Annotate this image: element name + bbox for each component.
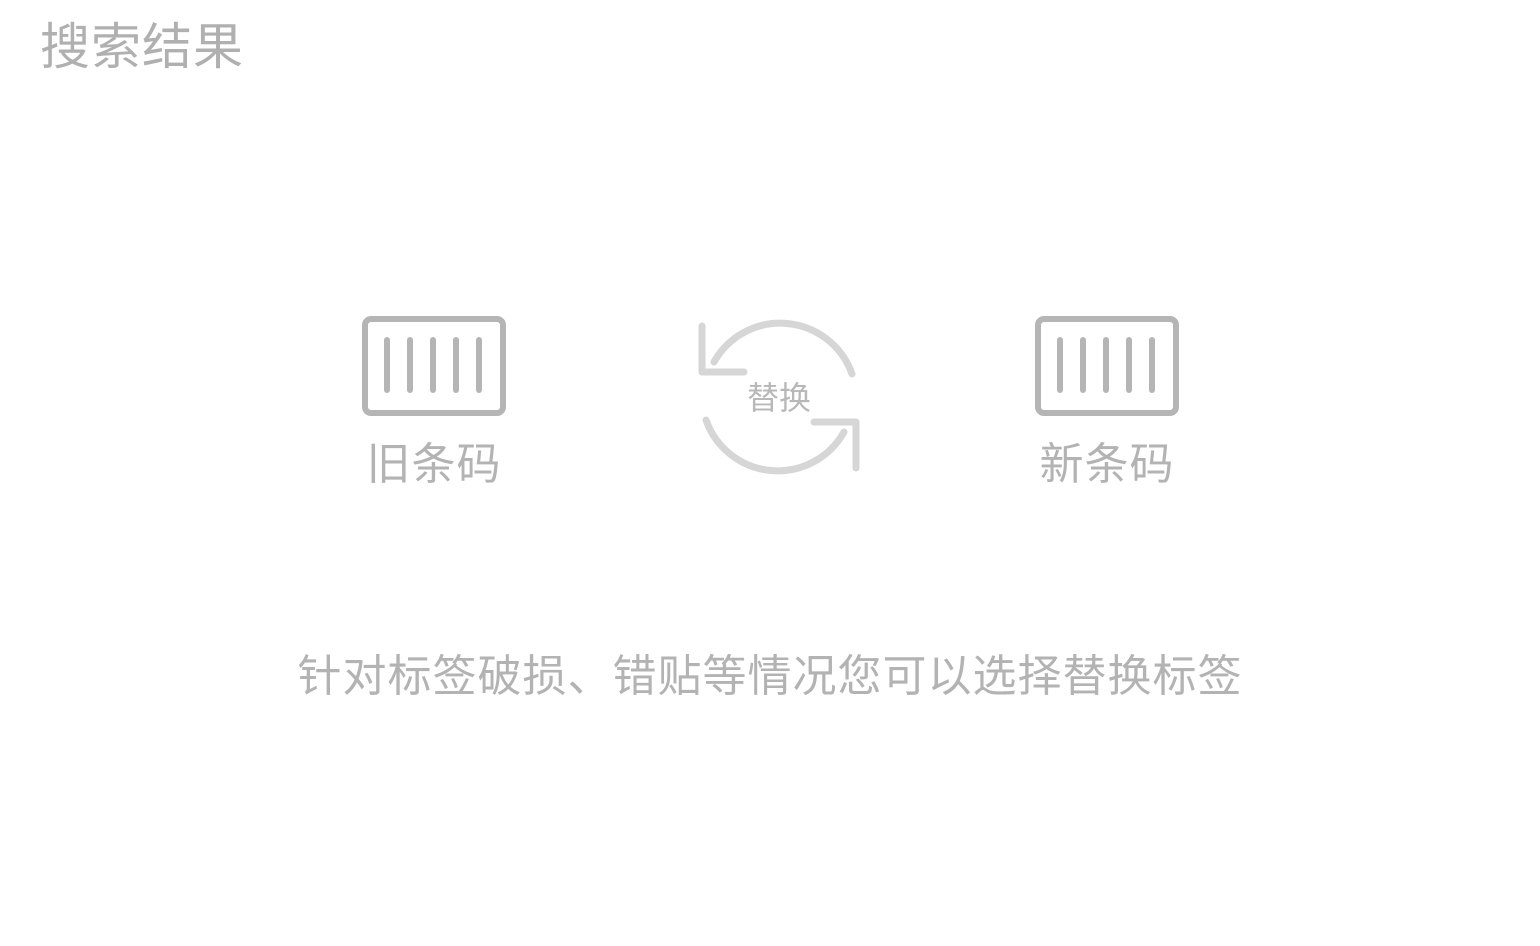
new-barcode: 新条码 — [1007, 316, 1207, 492]
old-barcode: 旧条码 — [334, 316, 534, 492]
barcode-icon — [362, 316, 506, 416]
replace-button[interactable]: 替换 — [694, 310, 864, 484]
replace-label: 替换 — [746, 379, 811, 417]
replace-hint-text: 针对标签破损、错贴等情况您可以选择替换标签 — [297, 651, 1243, 702]
old-barcode-label: 旧条码 — [366, 439, 502, 490]
barcode-icon — [1035, 316, 1179, 416]
page-title: 搜索结果 — [40, 18, 244, 76]
new-barcode-label: 新条码 — [1039, 439, 1175, 490]
